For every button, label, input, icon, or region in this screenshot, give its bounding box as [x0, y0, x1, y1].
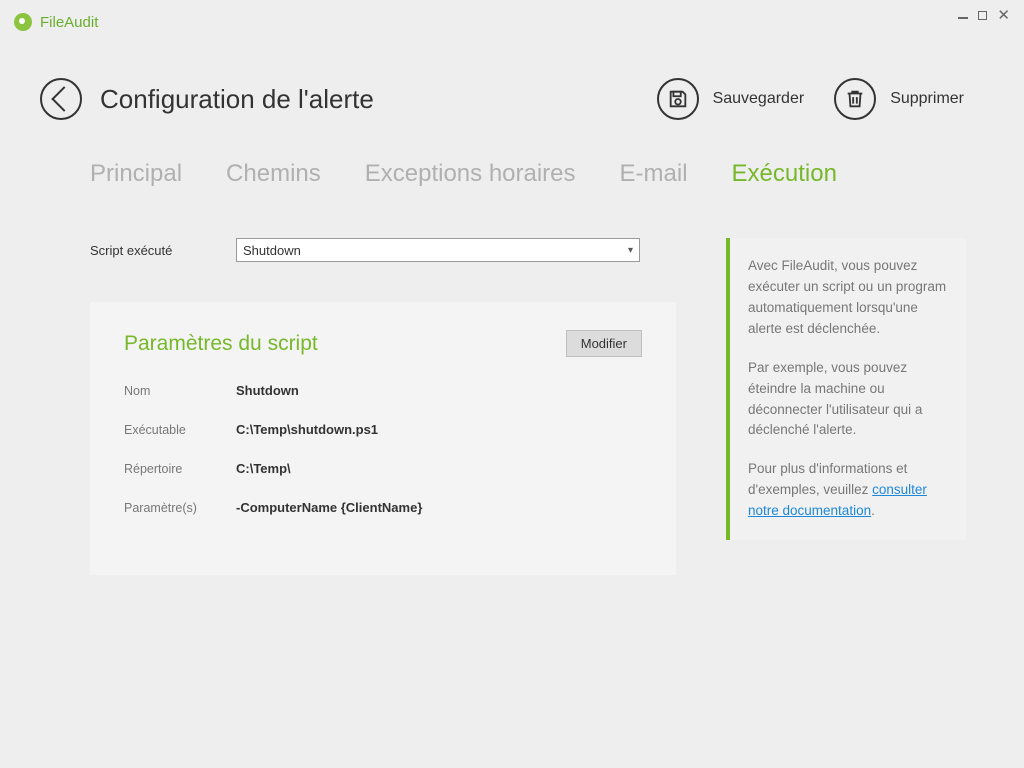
param-value: -ComputerName {ClientName}	[236, 500, 422, 515]
save-icon	[657, 78, 699, 120]
param-row-name: Nom Shutdown	[124, 383, 642, 398]
param-value: C:\Temp\shutdown.ps1	[236, 422, 378, 437]
card-header: Paramètres du script Modifier	[124, 330, 642, 357]
arrow-left-icon	[51, 86, 76, 111]
info-paragraph: Avec FileAudit, vous pouvez exécuter un …	[748, 256, 948, 340]
trash-icon	[834, 78, 876, 120]
tab-email[interactable]: E-mail	[620, 160, 688, 188]
param-value: Shutdown	[236, 383, 299, 398]
maximize-icon[interactable]	[978, 11, 987, 20]
param-row-parameters: Paramètre(s) -ComputerName {ClientName}	[124, 500, 642, 515]
back-button[interactable]	[40, 78, 82, 120]
param-row-directory: Répertoire C:\Temp\	[124, 461, 642, 476]
info-paragraph: Pour plus d'informations et d'exemples, …	[748, 459, 948, 522]
save-label: Sauvegarder	[713, 90, 805, 108]
script-parameters-card: Paramètres du script Modifier Nom Shutdo…	[90, 302, 676, 575]
script-select-row: Script exécuté Shutdown ▾	[90, 238, 676, 262]
script-select-value: Shutdown	[243, 243, 301, 258]
script-select[interactable]: Shutdown ▾	[236, 238, 640, 262]
left-column: Script exécuté Shutdown ▾ Paramètres du …	[90, 238, 676, 575]
param-row-executable: Exécutable C:\Temp\shutdown.ps1	[124, 422, 642, 437]
param-value: C:\Temp\	[236, 461, 291, 476]
delete-button[interactable]: Supprimer	[834, 78, 964, 120]
delete-label: Supprimer	[890, 90, 964, 108]
script-select-label: Script exécuté	[90, 243, 236, 258]
info-paragraph: Par exemple, vous pouvez éteindre la mac…	[748, 358, 948, 442]
header-actions: Sauvegarder Supprimer	[657, 78, 964, 120]
content-area: Script exécuté Shutdown ▾ Paramètres du …	[0, 188, 1024, 575]
parameters-list: Nom Shutdown Exécutable C:\Temp\shutdown…	[124, 383, 642, 515]
param-label: Paramètre(s)	[124, 501, 236, 515]
param-label: Exécutable	[124, 423, 236, 437]
param-label: Répertoire	[124, 462, 236, 476]
page-title: Configuration de l'alerte	[100, 84, 374, 115]
window-controls: ✕	[958, 10, 1010, 20]
info-panel: Avec FileAudit, vous pouvez exécuter un …	[726, 238, 966, 540]
page-header: Configuration de l'alerte Sauvegarder Su…	[0, 44, 1024, 120]
info-text: .	[871, 503, 875, 518]
modify-button[interactable]: Modifier	[566, 330, 642, 357]
app-logo-icon	[14, 13, 32, 31]
minimize-icon[interactable]	[958, 17, 968, 19]
param-label: Nom	[124, 384, 236, 398]
tab-bar: Principal Chemins Exceptions horaires E-…	[0, 120, 1024, 188]
chevron-down-icon: ▾	[628, 245, 633, 256]
app-name: FileAudit	[40, 14, 98, 31]
tab-execution[interactable]: Exécution	[732, 160, 837, 188]
tab-principal[interactable]: Principal	[90, 160, 182, 188]
save-button[interactable]: Sauvegarder	[657, 78, 805, 120]
tab-exceptions[interactable]: Exceptions horaires	[365, 160, 576, 188]
titlebar: FileAudit ✕	[0, 0, 1024, 44]
tab-chemins[interactable]: Chemins	[226, 160, 321, 188]
close-icon[interactable]: ✕	[997, 11, 1010, 21]
card-title: Paramètres du script	[124, 332, 318, 356]
